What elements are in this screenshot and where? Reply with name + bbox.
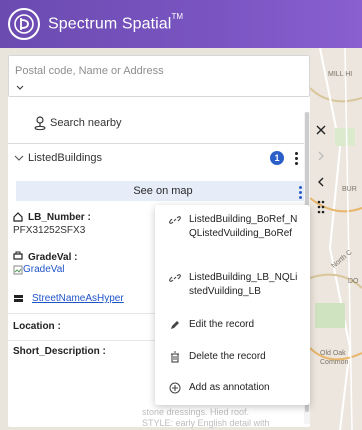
- map-label-common: Common: [320, 359, 349, 366]
- close-icon[interactable]: [314, 123, 328, 137]
- map-canvas[interactable]: MILL HI BUR North C DO Old Oak Common: [310, 48, 362, 430]
- gradeval-alt-text: GradeVal: [23, 264, 65, 275]
- menu-item-label: Delete the record: [189, 351, 266, 362]
- location-label: Location :: [13, 321, 61, 332]
- road-sign-icon: [14, 295, 23, 302]
- menu-item-label: Edit the record: [189, 319, 255, 330]
- link-icon: [169, 216, 181, 224]
- menu-item-label: Add as annotation: [189, 382, 270, 393]
- link-icon: [169, 274, 181, 282]
- lb-number-value: PFX31252SFX3: [13, 225, 86, 236]
- home-icon: [13, 212, 23, 222]
- search-box: [8, 55, 310, 97]
- search-input[interactable]: [15, 65, 295, 77]
- record-context-menu: ListedBuilding_BoRef_NQListedVuilding_Bo…: [155, 205, 310, 405]
- gradeval-label: GradeVal :: [28, 252, 78, 263]
- menu-item-label: ListedBuilding_LB_NQListedVuilding_LB: [189, 272, 298, 297]
- app-header: Spectrum SpatialTM: [0, 0, 362, 48]
- chevron-left-icon[interactable]: [314, 175, 328, 189]
- location-pin-icon: [34, 116, 46, 131]
- trash-icon: [171, 351, 179, 363]
- map-label-old-oak: Old Oak: [320, 350, 346, 357]
- see-on-map-button[interactable]: See on map: [16, 181, 310, 201]
- map-label-bur: BUR: [342, 186, 357, 193]
- layer-more-icon[interactable]: [290, 150, 302, 166]
- chevron-down-icon[interactable]: [16, 84, 24, 92]
- search-nearby-button[interactable]: Search nearby: [32, 115, 122, 131]
- gradeval-image: GradeVal: [13, 264, 65, 275]
- menu-item-add-annotation[interactable]: Add as annotation: [155, 381, 310, 395]
- broken-image-icon: [13, 265, 23, 274]
- short-description-label: Short_Description :: [13, 346, 106, 357]
- street-name-link[interactable]: StreetNameAsHyper: [32, 293, 124, 304]
- drag-handle-icon[interactable]: [314, 200, 328, 214]
- chevron-down-icon[interactable]: [14, 153, 24, 163]
- menu-item-lb-link[interactable]: ListedBuilding_LB_NQListedVuilding_LB: [155, 271, 310, 299]
- menu-item-delete-record[interactable]: Delete the record: [155, 350, 310, 364]
- chevron-right-icon[interactable]: [314, 149, 328, 163]
- spectrum-logo-icon[interactable]: [8, 8, 40, 40]
- pencil-icon: [171, 321, 179, 329]
- layer-header-listedbuildings[interactable]: ListedBuildings 1: [8, 145, 310, 171]
- map-label-do: DO: [348, 278, 359, 285]
- lb-number-label: LB_Number :: [28, 212, 91, 223]
- plus-circle-icon: [169, 382, 181, 394]
- menu-item-label: ListedBuilding_BoRef_NQListedVuilding_Bo…: [189, 214, 298, 239]
- menu-item-edit-record[interactable]: Edit the record: [155, 318, 310, 332]
- map-label-mill-hill: MILL HI: [328, 71, 353, 78]
- printer-icon: [13, 251, 23, 260]
- search-nearby-label: Search nearby: [50, 117, 122, 129]
- divider: [8, 143, 310, 144]
- menu-item-boref-link[interactable]: ListedBuilding_BoRef_NQListedVuilding_Bo…: [155, 213, 310, 241]
- map-side-toolbar: [310, 115, 326, 225]
- layer-title: ListedBuildings: [28, 152, 102, 164]
- result-count-badge: 1: [270, 151, 284, 165]
- app-title: Spectrum SpatialTM: [48, 11, 184, 33]
- short-description-value: stone dressings. Hied roof. STYLE: early…: [142, 407, 270, 428]
